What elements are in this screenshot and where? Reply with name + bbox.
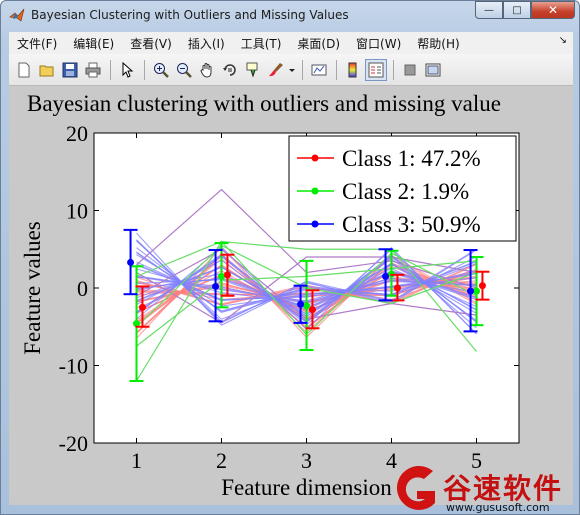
window-title: Bayesian Clustering with Outliers and Mi… — [31, 8, 349, 22]
toolbar-separator — [144, 59, 145, 80]
x-axis-label: Feature dimension — [221, 475, 392, 500]
mean-marker — [218, 272, 225, 280]
legend-label: Class 3: 50.9% — [342, 212, 481, 237]
mean-marker — [138, 303, 146, 311]
zoom-out-icon[interactable] — [173, 59, 195, 81]
mean-marker — [127, 258, 135, 266]
mean-marker — [308, 306, 316, 314]
legend-label: Class 2: 1.9% — [342, 179, 469, 204]
brush-dropdown-icon[interactable] — [288, 59, 296, 81]
menu-insert[interactable]: 插入(I) — [180, 35, 233, 52]
watermark-url: www.gususoft.com — [446, 501, 550, 514]
hide-tools-icon[interactable] — [399, 59, 421, 81]
rotate-3d-icon[interactable] — [219, 59, 241, 81]
legend-marker — [311, 154, 319, 162]
mean-marker — [223, 271, 231, 279]
print-icon[interactable] — [82, 59, 104, 81]
window-controls: — □ ✕ — [475, 1, 575, 19]
open-file-icon[interactable] — [36, 59, 58, 81]
legend-marker — [311, 220, 319, 228]
y-tick-label: -10 — [59, 354, 88, 379]
figure-toolbar — [9, 54, 573, 86]
toolbar-separator — [110, 59, 111, 80]
maximize-button[interactable]: □ — [503, 1, 531, 19]
new-figure-icon[interactable] — [13, 59, 35, 81]
legend-marker — [311, 187, 319, 195]
watermark: 谷速软件 www.gususoft.com — [391, 463, 580, 515]
legend-icon[interactable] — [365, 58, 387, 81]
colorbar-icon[interactable] — [342, 59, 364, 81]
chart-title: Bayesian clustering with outliers and mi… — [27, 91, 501, 116]
menu-bar: 文件(F) 编辑(E) 查看(V) 插入(I) 工具(T) 桌面(D) 窗口(W… — [9, 32, 573, 54]
chart-svg[interactable]: Bayesian clustering with outliers and mi… — [9, 86, 573, 505]
mean-marker — [297, 300, 305, 308]
y-axis-label: Feature values — [20, 221, 45, 355]
y-tick-label: 10 — [66, 199, 88, 224]
toolbar-separator — [302, 59, 303, 80]
y-tick-label: 0 — [77, 276, 88, 301]
watermark-logo-icon — [396, 465, 435, 510]
x-tick-label: 3 — [301, 448, 312, 473]
zoom-in-icon[interactable] — [150, 59, 172, 81]
mean-marker — [393, 284, 401, 292]
title-bar[interactable]: Bayesian Clustering with Outliers and Mi… — [1, 1, 579, 31]
matlab-logo-icon — [9, 8, 25, 22]
y-tick-label: -20 — [59, 431, 88, 456]
menu-edit[interactable]: 编辑(E) — [65, 35, 122, 52]
menu-undock-icon[interactable]: ↘ — [559, 35, 567, 46]
menu-desktop[interactable]: 桌面(D) — [289, 35, 348, 52]
mean-marker — [382, 272, 390, 280]
mean-marker — [467, 287, 475, 295]
minimize-button[interactable]: — — [475, 1, 503, 19]
menu-view[interactable]: 查看(V) — [122, 35, 180, 52]
x-tick-label: 2 — [216, 448, 227, 473]
brush-icon[interactable] — [265, 59, 287, 81]
mean-marker — [478, 282, 486, 290]
data-cursor-icon[interactable] — [242, 59, 264, 81]
mean-marker — [212, 282, 220, 290]
pointer-icon[interactable] — [116, 59, 138, 81]
legend-label: Class 1: 47.2% — [342, 146, 481, 171]
link-plot-icon[interactable] — [308, 59, 330, 81]
toolbar-separator — [336, 59, 337, 80]
plot-axes: 1 2 3 4 5-20-1001020Feature dimensionFeature… — [20, 121, 520, 500]
y-tick-label: 20 — [66, 121, 88, 146]
figure-canvas[interactable]: Bayesian clustering with outliers and mi… — [9, 86, 573, 505]
menu-window[interactable]: 窗口(W) — [348, 35, 409, 52]
save-icon[interactable] — [59, 59, 81, 81]
show-tools-icon[interactable] — [422, 59, 444, 81]
menu-file[interactable]: 文件(F) — [9, 35, 65, 52]
toolbar-separator — [393, 59, 394, 80]
menu-help[interactable]: 帮助(H) — [409, 35, 467, 52]
pan-hand-icon[interactable] — [196, 59, 218, 81]
close-button[interactable]: ✕ — [531, 1, 575, 19]
matlab-figure-window: Bayesian Clustering with Outliers and Mi… — [0, 0, 580, 515]
menu-tools[interactable]: 工具(T) — [233, 35, 290, 52]
mean-marker — [303, 302, 310, 310]
x-tick-label: 1 — [131, 448, 142, 473]
